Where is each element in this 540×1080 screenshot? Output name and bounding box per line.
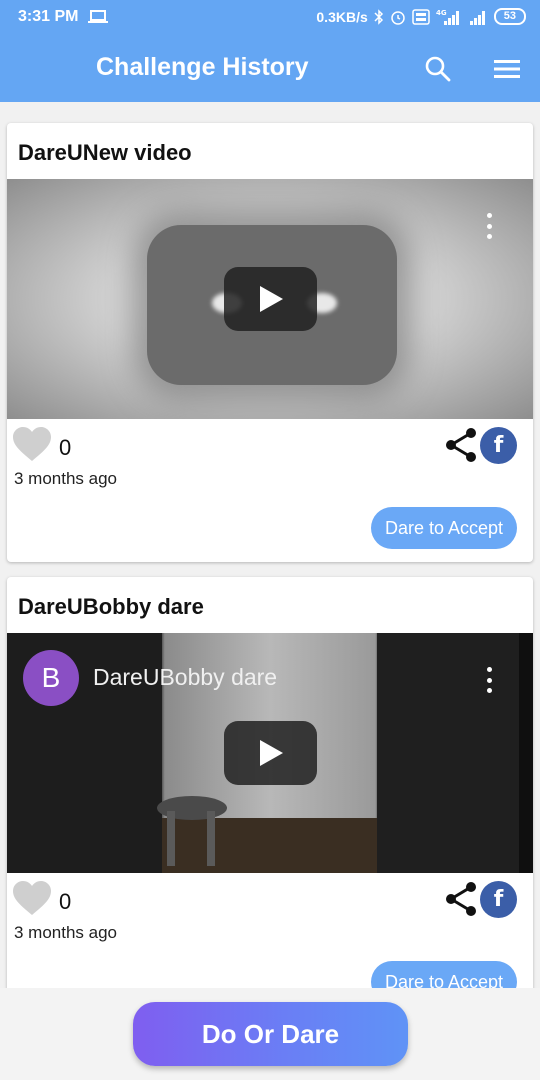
dare-to-accept-button[interactable]: Dare to Accept (371, 507, 517, 549)
signal-4g-icon: 4G (436, 9, 459, 25)
video-player[interactable]: B DareUBobby dare (7, 633, 533, 873)
facebook-share-button[interactable]: f (480, 881, 517, 918)
challenge-card: DareUBobby dare B DareUBobby dare 0 3 mo… (7, 577, 533, 1007)
challenge-card: DareUNew video 0 3 months ago f Dare to … (7, 123, 533, 562)
card-title: DareUNew video (18, 140, 192, 165)
like-count: 0 (59, 889, 72, 914)
facebook-share-button[interactable]: f (480, 427, 517, 464)
page-title: Challenge History (96, 53, 309, 81)
svg-text:4G: 4G (436, 9, 447, 17)
volte-icon (412, 8, 430, 25)
video-more-button[interactable] (479, 211, 499, 241)
video-player[interactable] (7, 179, 533, 419)
status-time: 3:31 PM (18, 8, 79, 25)
timestamp: 3 months ago (14, 469, 118, 488)
menu-icon (494, 60, 520, 78)
card-title: DareUBobby dare (18, 594, 204, 619)
menu-button[interactable] (488, 50, 526, 88)
facebook-icon: f (493, 433, 504, 458)
play-icon (259, 286, 283, 312)
status-bar: 3:31 PM 0.3KB/s 4G 53 (0, 0, 540, 36)
battery-icon: 53 (493, 8, 526, 25)
app-bar: Challenge History (0, 36, 540, 102)
like-count: 0 (59, 435, 72, 460)
play-icon (259, 740, 283, 766)
facebook-icon: f (493, 887, 504, 912)
bottom-action-bar: Do Or Dare (0, 988, 540, 1080)
bluetooth-icon (374, 8, 383, 25)
search-icon (425, 56, 451, 82)
do-or-dare-button[interactable]: Do Or Dare (133, 1002, 408, 1066)
video-overlay-title[interactable]: DareUBobby dare (93, 664, 277, 691)
share-button[interactable] (444, 881, 478, 917)
network-speed: 0.3KB/s (316, 8, 368, 25)
like-button[interactable] (12, 427, 52, 465)
signal-icon (469, 10, 485, 25)
share-icon (446, 428, 476, 462)
heart-icon (13, 881, 51, 915)
timestamp: 3 months ago (14, 923, 118, 942)
share-icon (446, 882, 476, 916)
search-button[interactable] (419, 50, 457, 88)
play-button[interactable] (224, 267, 317, 331)
heart-icon (13, 427, 51, 461)
alarm-icon (391, 10, 405, 25)
laptop-icon (88, 10, 109, 23)
play-button[interactable] (224, 721, 317, 785)
video-more-button[interactable] (479, 665, 499, 695)
like-button[interactable] (12, 881, 52, 919)
channel-avatar[interactable]: B (23, 650, 79, 706)
share-button[interactable] (444, 427, 478, 463)
